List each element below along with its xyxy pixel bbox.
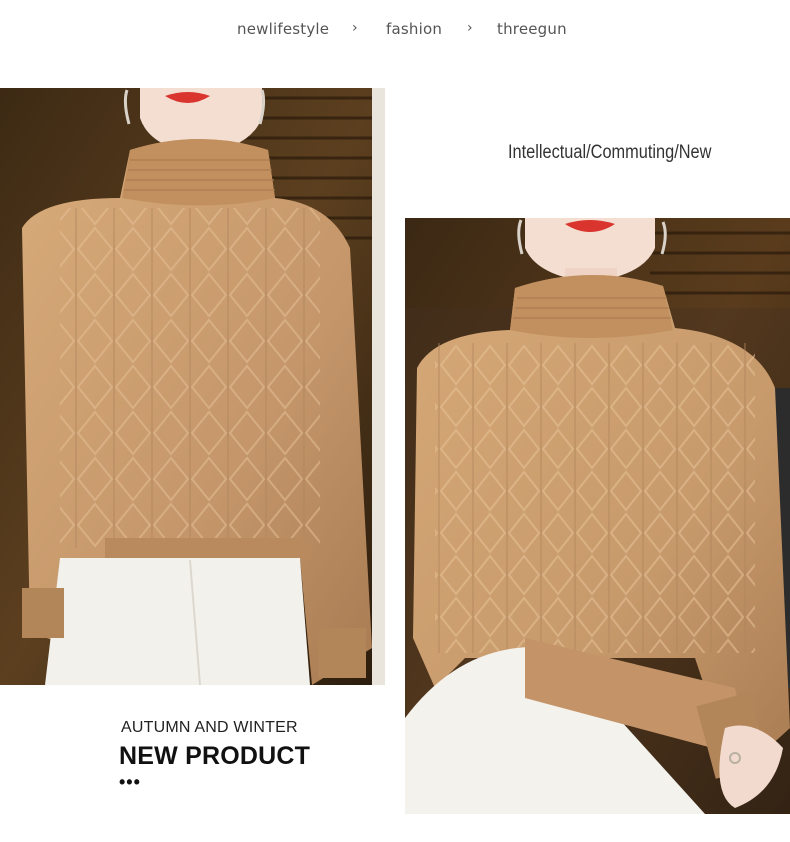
product-photo-front [0,88,385,685]
breadcrumb: newlifestyle › fashion › threegun [0,20,790,42]
breadcrumb-item-fashion[interactable]: fashion [386,20,442,38]
tagline: Intellectual/Commuting/New [508,142,712,163]
season-label: AUTUMN AND WINTER [121,719,298,736]
breadcrumb-item-newlifestyle[interactable]: newlifestyle [237,20,329,38]
breadcrumb-item-threegun[interactable]: threegun [497,20,567,38]
breadcrumb-separator-icon: › [467,20,473,36]
breadcrumb-separator-icon: › [352,20,358,36]
new-product-heading: NEW PRODUCT [119,742,311,770]
product-photo-seated [405,218,790,814]
ellipsis-dots-icon: ••• [119,772,141,792]
